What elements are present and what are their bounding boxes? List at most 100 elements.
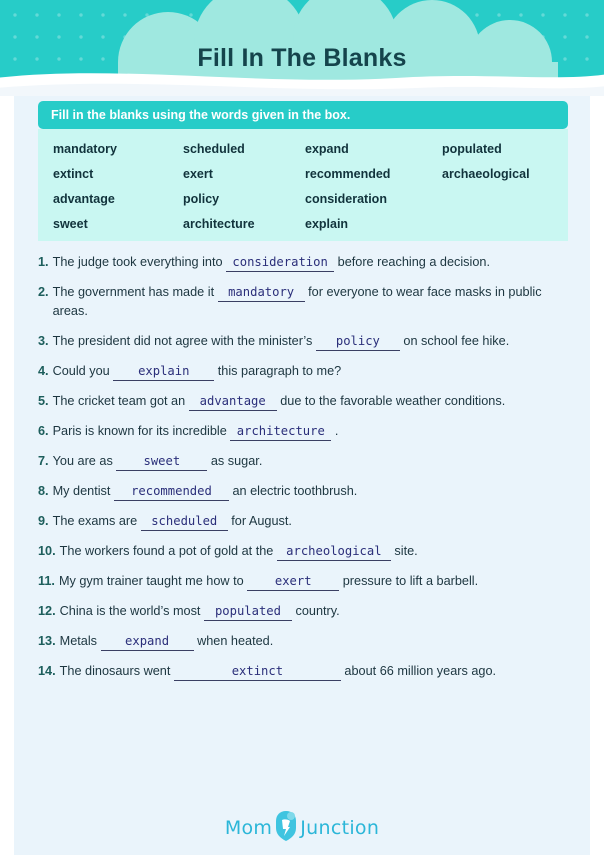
logo-text-mom: Mom [224,817,273,839]
question-text-after: . [331,424,339,438]
answer-blank[interactable]: consideration [226,255,335,272]
question-item: 7. You are as sweet as sugar. [38,452,573,471]
question-text: My gym trainer taught me how to exert pr… [59,572,573,591]
question-text-after: as sugar. [207,454,263,468]
question-text: China is the world’s most populated coun… [60,602,573,621]
question-text-before: Could you [52,364,114,378]
page-title: Fill In The Blanks [197,44,407,72]
question-text: Metals expand when heated. [60,632,573,651]
question-item: 11. My gym trainer taught me how to exert… [38,572,573,591]
answer-blank[interactable]: exert [247,574,340,591]
word-bank-word: expand [305,142,349,156]
word-bank-word: recommended [305,167,391,181]
answer-blank[interactable]: advantage [188,394,277,411]
answer-blank[interactable]: explain [113,364,215,381]
question-text-after: when heated. [193,634,274,648]
question-item: 9. The exams are scheduled for August. [38,512,573,531]
word-bank-word: architecture [183,217,255,231]
question-text: You are as sweet as sugar. [53,452,573,471]
site-logo[interactable]: Mom Junction [0,811,604,844]
question-number: 1. [38,255,49,269]
word-bank-word: policy [183,192,220,206]
question-item: 2. The government has made it mandatory f… [38,283,573,321]
question-text: The government has made it mandatory for… [53,283,573,321]
question-number: 8. [38,484,49,498]
question-number: 14. [38,664,56,678]
question-number: 13. [38,634,56,648]
question-text: Paris is known for its incredible archit… [53,422,573,441]
word-bank-empty-cell [442,215,583,233]
question-item: 10. The workers found a pot of gold at th… [38,542,573,561]
question-number: 11. [38,574,55,588]
answer-blank[interactable]: recommended [113,484,229,501]
answer-blank[interactable]: archeological [276,544,391,561]
word-bank-word: exert [183,167,213,181]
word-bank-grid: mandatory scheduled expand populated extinct… [38,140,568,233]
word-bank-word: mandatory [53,142,117,156]
word-bank-word: explain [305,217,349,231]
question-number: 4. [38,364,49,378]
question-text-after: due to the favorable weather conditions. [276,394,506,408]
question-text-before: You are as [52,454,117,468]
word-bank: mandatory scheduled expand populated extinct… [38,129,568,241]
question-item: 3. The president did not agree with the m… [38,332,573,351]
word-bank-word: consideration [305,192,387,206]
question-text-before: Paris is known for its incredible [52,424,231,438]
question-text-before: The workers found a pot of gold at the [59,544,277,558]
question-text-before: The government has made it [52,285,218,299]
question-item: 13. Metals expand when heated. [38,632,573,651]
question-number: 7. [38,454,49,468]
answer-blank[interactable]: scheduled [140,514,228,531]
logo-text-junction: Junction [300,817,380,839]
answer-blank[interactable]: architecture [230,424,332,441]
answer-blank[interactable]: expand [100,634,194,651]
question-number: 2. [38,285,49,299]
answer-blank[interactable]: policy [315,334,400,351]
word-bank-word: extinct [53,167,94,181]
question-text: The exams are scheduled for August. [53,512,573,531]
question-text-before: China is the world’s most [59,604,204,618]
question-text-after: an electric toothbrush. [228,484,358,498]
question-text-before: The cricket team got an [52,394,189,408]
page-header: Fill In The Blanks [0,0,604,96]
question-item: 14. The dinosaurs went extinct about 66 m… [38,662,573,681]
question-text-before: The exams are [52,514,141,528]
answer-blank[interactable]: mandatory [217,285,305,302]
question-text: The dinosaurs went extinct about 66 mill… [60,662,573,681]
question-text-after: this paragraph to me? [214,364,342,378]
baby-logo-icon [276,811,297,841]
question-text-after: for August. [227,514,292,528]
question-text-before: My gym trainer taught me how to [58,574,248,588]
question-item: 6. Paris is known for its incredible arch… [38,422,573,441]
question-number: 3. [38,334,49,348]
question-text-before: My dentist [52,484,114,498]
question-text-after: pressure to lift a barbell. [339,574,479,588]
question-text: The president did not agree with the min… [53,332,573,351]
question-number: 10. [38,544,56,558]
word-bank-word: advantage [53,192,115,206]
question-number: 6. [38,424,49,438]
question-text-after: site. [390,544,418,558]
word-bank-empty-cell [442,190,583,208]
word-bank-word: sweet [53,217,88,231]
question-text: My dentist recommended an electric tooth… [53,482,573,501]
question-text-after: before reaching a decision. [334,255,490,269]
question-number: 12. [38,604,56,618]
answer-blank[interactable]: populated [203,604,292,621]
questions-list: 1. The judge took everything into conside… [38,253,573,692]
answer-blank[interactable]: sweet [116,454,208,471]
question-item: 1. The judge took everything into conside… [38,253,573,272]
question-text-before: The judge took everything into [52,255,227,269]
answer-blank[interactable]: extinct [173,664,341,681]
question-text-after: country. [291,604,340,618]
question-number: 9. [38,514,49,528]
question-text-before: The dinosaurs went [59,664,174,678]
question-text-after: on school fee hike. [399,334,510,348]
worksheet-page: Fill In The Blanks Fill in the blanks us… [0,0,604,855]
question-item: 12. China is the world’s most populated c… [38,602,573,621]
word-bank-word: scheduled [183,142,245,156]
instruction-text: Fill in the blanks using the words given… [51,108,351,122]
question-text-before: The president did not agree with the min… [52,334,316,348]
word-bank-word: populated [442,142,502,156]
question-text: The workers found a pot of gold at the a… [60,542,573,561]
